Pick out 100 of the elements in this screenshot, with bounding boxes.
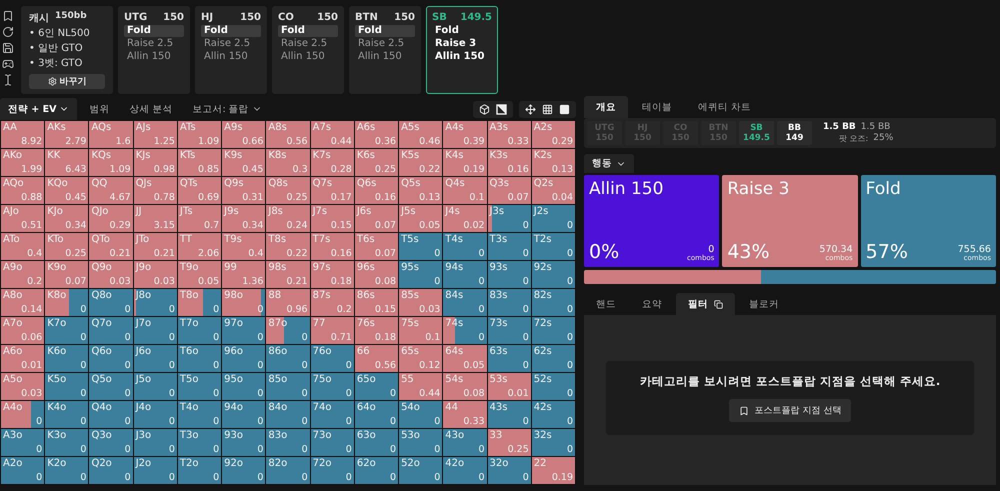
hand-cell[interactable]: 64o 0 <box>354 401 398 428</box>
hand-cell[interactable]: AA 8.92 <box>1 121 44 148</box>
hand-cell[interactable]: QJo 0.29 <box>89 205 133 232</box>
hand-cell[interactable]: Q9o 0.03 <box>89 261 133 288</box>
hand-cell[interactable]: 55 0.44 <box>399 373 442 400</box>
hand-cell[interactable]: A4o 0 <box>1 401 44 428</box>
hand-cell[interactable]: 22 0.19 <box>532 457 575 484</box>
panel-tab[interactable]: 에퀴티 차트 <box>686 96 764 118</box>
half-square-icon[interactable] <box>496 104 507 114</box>
hand-cell[interactable]: 65o 0 <box>354 373 398 400</box>
hand-cell[interactable]: KTs 0.85 <box>178 149 222 176</box>
text-cursor-icon[interactable] <box>2 74 14 86</box>
hand-cell[interactable]: 93s 0 <box>488 261 531 288</box>
hand-cell[interactable]: KJs 0.98 <box>134 149 177 176</box>
hand-cell[interactable]: 97o 0 <box>222 317 266 344</box>
hand-cell[interactable]: 74o 0 <box>310 401 354 428</box>
hand-cell[interactable]: K5o 0 <box>45 373 88 400</box>
view-tab[interactable]: 보고서: 플랍 <box>184 98 270 120</box>
grid-icon[interactable] <box>542 104 553 114</box>
hand-cell[interactable]: A6s 0.36 <box>354 121 398 148</box>
hand-cell[interactable]: AQo 0.88 <box>1 177 44 204</box>
hand-cell[interactable]: K4o 0 <box>45 401 88 428</box>
hand-cell[interactable]: K3s 0.16 <box>488 149 531 176</box>
action-option[interactable]: Allin 150 <box>124 51 184 63</box>
hand-cell[interactable]: QQ 4.67 <box>89 177 133 204</box>
move-icon[interactable] <box>525 104 536 114</box>
hand-cell[interactable]: 87s 0.2 <box>310 289 354 316</box>
hand-cell[interactable]: 86o 0 <box>266 345 310 372</box>
hand-cell[interactable]: T9s 0.4 <box>222 233 266 260</box>
hand-cell[interactable]: K6o 0 <box>45 345 88 372</box>
hand-cell[interactable]: 95s 0 <box>399 261 442 288</box>
hand-cell[interactable]: K7o 0 <box>45 317 88 344</box>
hand-cell[interactable]: 75o 0 <box>310 373 354 400</box>
hand-cell[interactable]: 72o 0 <box>310 457 354 484</box>
detail-tab[interactable]: 필터 <box>676 293 735 315</box>
hand-cell[interactable]: 75s 0.1 <box>399 317 442 344</box>
actions-menu[interactable]: 행동 <box>584 154 634 173</box>
hand-cell[interactable]: J4s 0.02 <box>443 205 487 232</box>
hand-cell[interactable]: JJ 3.15 <box>134 205 177 232</box>
panel-tab[interactable]: 개요 <box>584 96 628 118</box>
panel-tab[interactable]: 테이블 <box>630 96 684 118</box>
hand-cell[interactable]: 62s 0 <box>532 345 575 372</box>
hand-cell[interactable]: T8s 0.22 <box>266 233 310 260</box>
hand-cell[interactable]: 98s 0.21 <box>266 261 310 288</box>
hand-cell[interactable]: TT 2.06 <box>178 233 222 260</box>
hand-cell[interactable]: 93o 0 <box>222 429 266 456</box>
hand-cell[interactable]: A6o 0.01 <box>1 345 44 372</box>
action-option[interactable]: Allin 150 <box>355 51 415 63</box>
hand-cell[interactable]: 32o 0 <box>488 457 531 484</box>
refresh-icon[interactable] <box>2 26 14 38</box>
hand-cell[interactable]: 83s 0 <box>488 289 531 316</box>
hand-cell[interactable]: Q3s 0.07 <box>488 177 531 204</box>
hand-cell[interactable]: 85s 0.03 <box>399 289 442 316</box>
hand-cell[interactable]: A7o 0.06 <box>1 317 44 344</box>
action-option[interactable]: Raise 3 <box>432 38 492 50</box>
hand-cell[interactable]: Q8o 0 <box>89 289 133 316</box>
hand-cell[interactable]: 73o 0 <box>310 429 354 456</box>
hand-cell[interactable]: Q8s 0.25 <box>266 177 310 204</box>
hand-cell[interactable]: A5s 0.46 <box>399 121 442 148</box>
hand-cell[interactable]: JTo 0.21 <box>134 233 177 260</box>
hand-cell[interactable]: KK 6.43 <box>45 149 88 176</box>
hand-cell[interactable]: T2s 0 <box>532 233 575 260</box>
action-option[interactable]: Raise 2.5 <box>278 38 338 50</box>
hand-cell[interactable]: 52s 0 <box>532 373 575 400</box>
hand-cell[interactable]: A2s 0.29 <box>532 121 575 148</box>
hand-cell[interactable]: T7o 0 <box>178 317 222 344</box>
hand-cell[interactable]: 33 0.25 <box>488 429 531 456</box>
hand-cell[interactable]: J4o 0 <box>134 401 177 428</box>
hand-cell[interactable]: 76o 0 <box>310 345 354 372</box>
hand-cell[interactable]: J8s 0.24 <box>266 205 310 232</box>
hand-cell[interactable]: 82o 0 <box>266 457 310 484</box>
hand-cell[interactable]: AJo 0.51 <box>1 205 44 232</box>
hand-cell[interactable]: KJo 0.34 <box>45 205 88 232</box>
hand-cell[interactable]: K2s 0.13 <box>532 149 575 176</box>
hand-cell[interactable]: 84s 0 <box>443 289 487 316</box>
action-option[interactable]: Fold <box>124 25 184 37</box>
hand-cell[interactable]: 63o 0 <box>354 429 398 456</box>
hand-cell[interactable]: K9o 0.07 <box>45 261 88 288</box>
hand-cell[interactable]: Q2s 0.04 <box>532 177 575 204</box>
hand-cell[interactable]: K4s 0.19 <box>443 149 487 176</box>
action-option[interactable]: Fold <box>432 25 492 37</box>
action-option[interactable]: Fold <box>355 25 415 37</box>
hand-cell[interactable]: K8s 0.3 <box>266 149 310 176</box>
hand-cell[interactable]: AQs 1.6 <box>89 121 133 148</box>
hand-cell[interactable]: 43o 0 <box>443 429 487 456</box>
hand-cell[interactable]: T6s 0.07 <box>354 233 398 260</box>
action-option[interactable]: Raise 2.5 <box>124 38 184 50</box>
hand-cell[interactable]: QTs 0.69 <box>178 177 222 204</box>
detail-tab[interactable]: 핸드 <box>584 293 628 315</box>
hand-cell[interactable]: Q2o 0 <box>89 457 133 484</box>
hand-cell[interactable]: A3o 0 <box>1 429 44 456</box>
hand-cell[interactable]: J2o 0 <box>134 457 177 484</box>
hand-cell[interactable]: Q6s 0.16 <box>354 177 398 204</box>
hand-cell[interactable]: A8s 0.56 <box>266 121 310 148</box>
position-card[interactable]: HJ 150 Fold Raise 2.5 Allin 150 <box>195 6 267 94</box>
select-spot-button[interactable]: 포스트플랍 지점 선택 <box>728 399 852 422</box>
hand-cell[interactable]: Q4s 0.1 <box>443 177 487 204</box>
square-icon[interactable] <box>559 104 570 114</box>
view-tab[interactable]: 범위 <box>81 98 118 120</box>
change-button[interactable]: 바꾸기 <box>29 74 105 89</box>
